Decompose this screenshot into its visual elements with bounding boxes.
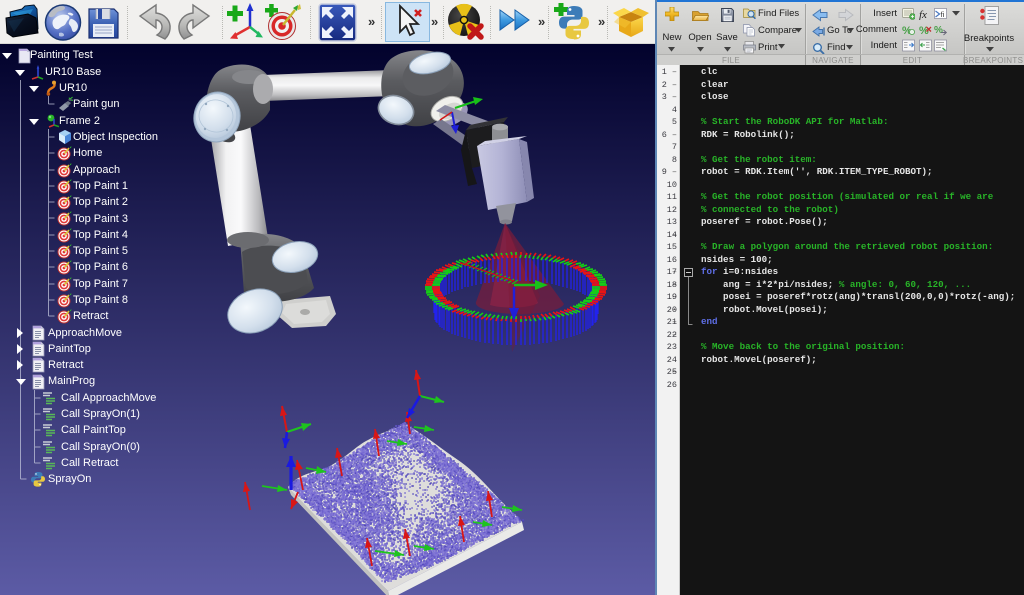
svg-text:%: % bbox=[934, 25, 943, 36]
svg-text:fi: fi bbox=[941, 10, 945, 19]
svg-text:fx: fx bbox=[919, 9, 927, 20]
